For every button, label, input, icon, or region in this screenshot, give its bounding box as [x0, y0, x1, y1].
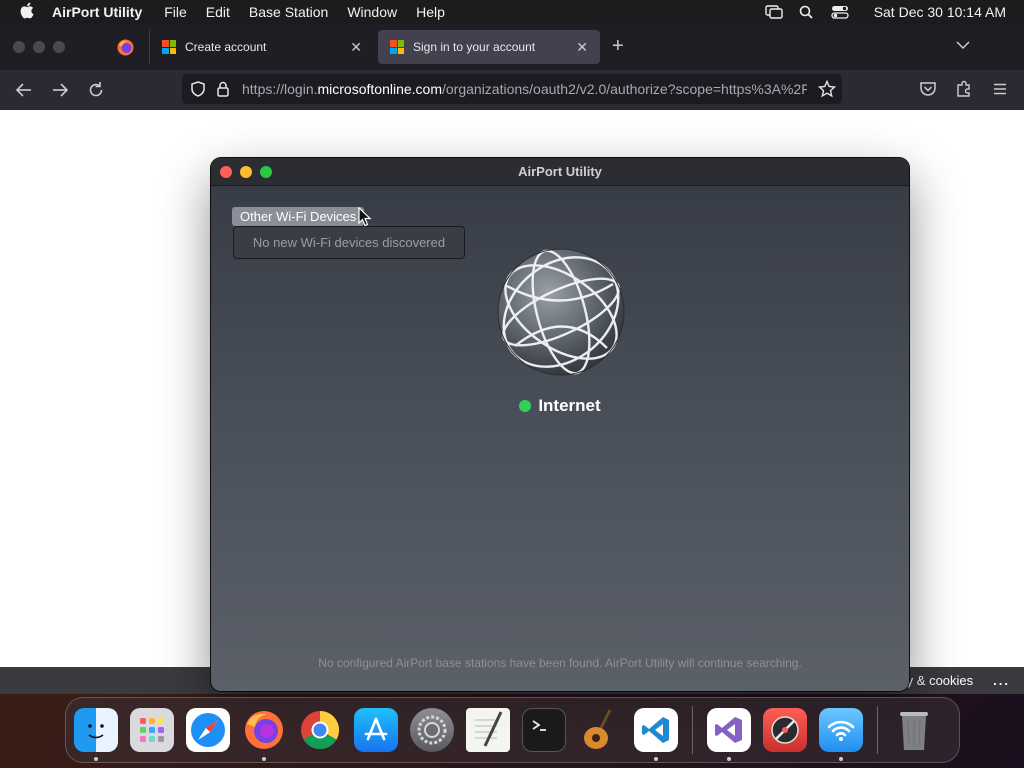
dock: [65, 697, 960, 763]
airport-utility-icon[interactable]: [819, 708, 863, 761]
firefox-icon[interactable]: [242, 708, 286, 761]
reload-icon[interactable]: [86, 80, 106, 100]
menu-base-station[interactable]: Base Station: [249, 4, 328, 20]
lock-icon[interactable]: [216, 81, 230, 97]
browser-window-controls: [13, 41, 65, 53]
firefox-view-icon[interactable]: [117, 39, 134, 56]
privacy-cookies-link[interactable]: y & cookies: [907, 673, 973, 688]
internet-globe-icon[interactable]: [495, 246, 627, 378]
system-settings-icon[interactable]: [410, 708, 454, 752]
bookmark-star-icon[interactable]: [818, 80, 836, 98]
other-wifi-devices-button[interactable]: Other Wi-Fi Devices: [232, 207, 365, 226]
minimize-button[interactable]: [240, 166, 252, 178]
menu-clock[interactable]: Sat Dec 30 10:14 AM: [874, 4, 1006, 20]
safari-icon[interactable]: [186, 708, 230, 752]
search-status-text: No configured AirPort base stations have…: [318, 656, 802, 670]
connection-status-dot: [519, 400, 532, 412]
window-title-bar: AirPort Utility: [211, 158, 909, 186]
forward-arrow-icon[interactable]: [50, 80, 70, 100]
spotlight-search-icon[interactable]: [798, 5, 816, 19]
no-devices-message: No new Wi-Fi devices discovered: [252, 235, 446, 250]
hamburger-menu-icon[interactable]: [991, 80, 1009, 98]
tab-create-account[interactable]: Create account ✕: [150, 30, 374, 64]
trash-icon[interactable]: [892, 708, 936, 752]
dock-separator: [877, 706, 878, 754]
menu-bar: AirPort Utility File Edit Base Station W…: [0, 0, 1024, 24]
finder-icon[interactable]: [74, 708, 118, 761]
menu-window[interactable]: Window: [347, 4, 397, 20]
menu-app-name[interactable]: AirPort Utility: [52, 4, 142, 20]
textedit-icon[interactable]: [466, 708, 510, 752]
zoom-button[interactable]: [260, 166, 272, 178]
browser-close-button[interactable]: [13, 41, 25, 53]
directory-utility-icon[interactable]: [763, 708, 807, 752]
tab-sign-in[interactable]: Sign in to your account ✕: [378, 30, 600, 64]
url-text[interactable]: https://login.microsoftonline.com/organi…: [242, 81, 807, 97]
chevron-down-icon[interactable]: [956, 40, 970, 50]
app-store-icon[interactable]: [354, 708, 398, 752]
close-button[interactable]: [220, 166, 232, 178]
back-arrow-icon[interactable]: [14, 80, 34, 100]
browser-minimize-button[interactable]: [33, 41, 45, 53]
tab-close-icon[interactable]: ✕: [350, 39, 362, 56]
visual-studio-icon[interactable]: [707, 708, 751, 761]
apple-menu-icon[interactable]: [0, 2, 52, 23]
microsoft-logo-icon: [162, 40, 176, 54]
window-title: AirPort Utility: [518, 164, 602, 179]
terminal-icon[interactable]: [522, 708, 566, 752]
garageband-icon[interactable]: [578, 708, 622, 752]
control-center-icon[interactable]: [831, 5, 849, 19]
tab-label: Sign in to your account: [413, 40, 536, 54]
tab-close-icon[interactable]: ✕: [576, 39, 588, 56]
internet-status[interactable]: Internet: [211, 396, 909, 416]
screen-mirroring-icon[interactable]: [764, 5, 783, 19]
dock-separator: [692, 706, 693, 754]
mouse-pointer-icon: [358, 207, 372, 227]
menu-file[interactable]: File: [164, 4, 187, 20]
airport-utility-window: AirPort Utility Other Wi-Fi Devices No n…: [211, 158, 909, 691]
navigation-toolbar: https://login.microsoftonline.com/organi…: [0, 70, 1024, 110]
url-bar[interactable]: https://login.microsoftonline.com/organi…: [182, 74, 842, 104]
tab-bar: Create account ✕ Sign in to your account…: [0, 24, 1024, 70]
menu-help[interactable]: Help: [416, 4, 445, 20]
launchpad-icon[interactable]: [130, 708, 174, 752]
shield-icon[interactable]: [190, 81, 206, 97]
window-controls: [220, 166, 272, 178]
microsoft-logo-icon: [390, 40, 404, 54]
tab-label: Create account: [185, 40, 267, 54]
wifi-devices-popover: No new Wi-Fi devices discovered: [233, 226, 465, 259]
vscode-icon[interactable]: [634, 708, 678, 761]
pocket-icon[interactable]: [919, 80, 937, 98]
menu-edit[interactable]: Edit: [206, 4, 230, 20]
extensions-puzzle-icon[interactable]: [955, 80, 973, 98]
new-tab-plus-icon[interactable]: +: [612, 35, 624, 58]
more-options-button[interactable]: ...: [993, 673, 1010, 688]
internet-label: Internet: [538, 396, 601, 415]
chrome-icon[interactable]: [298, 708, 342, 752]
browser-zoom-button[interactable]: [53, 41, 65, 53]
